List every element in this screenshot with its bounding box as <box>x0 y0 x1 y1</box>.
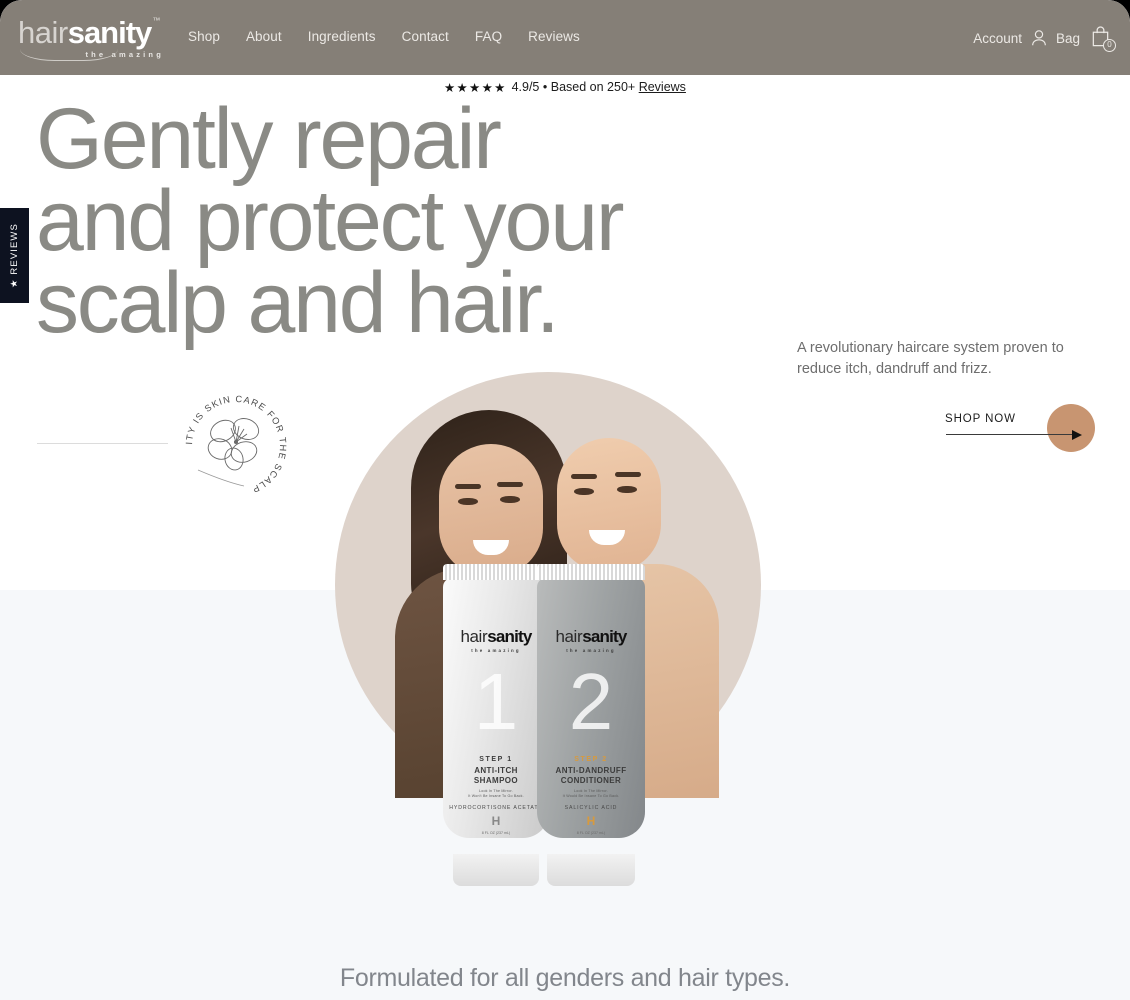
tube-brand-1: hairsanity the amazing <box>443 628 549 653</box>
tube-brand-tagline-2: the amazing <box>566 648 616 653</box>
headline-line-3: scalp and hair. <box>36 255 560 351</box>
tube-brand-hair-2: hair <box>555 627 583 646</box>
tube-name-line1-2: ANTI-DANDRUFF <box>555 766 627 775</box>
formulated-line-2: Gentle, clean, and proven results. <box>0 996 1130 1000</box>
bag-count-badge: 0 <box>1103 39 1116 52</box>
tube-brand-hair-1: hair <box>460 627 488 646</box>
reviews-side-tab-label: ★ REVIEWS <box>9 223 20 288</box>
tube-step-1: STEP 1 <box>479 756 513 763</box>
product-tubes: hairsanity the amazing 1 STEP 1 ANTI-ITC… <box>443 544 673 886</box>
shop-now-label: SHOP NOW <box>945 413 1016 425</box>
cta-circle-accent <box>1047 404 1095 452</box>
tube-cap-1 <box>452 854 540 886</box>
rating-separator: • <box>542 80 548 94</box>
formulated-line-1: Formulated for all genders and hair type… <box>339 964 791 992</box>
nav-item-shop[interactable]: Shop <box>188 29 220 44</box>
bag-button[interactable]: 0 <box>1090 25 1116 52</box>
tube-sub-1: Look In The Mirror. It Won't Be Insane T… <box>468 789 524 799</box>
logo-text-hair: hair <box>18 15 68 50</box>
arrow-right-icon <box>1072 429 1082 440</box>
rating-basis: Based on 250+ <box>550 80 636 94</box>
nav-item-reviews[interactable]: Reviews <box>528 29 580 44</box>
hero-subcopy: A revolutionary haircare system proven t… <box>797 338 1102 380</box>
tube-brand-tagline-1: the amazing <box>471 648 521 653</box>
header-actions: Account Bag 0 <box>973 25 1116 52</box>
tube-number-2: 2 <box>568 657 614 746</box>
tube-name-line2-1: SHAMPOO <box>473 776 519 785</box>
tube-active-2: SALICYLIC ACID <box>564 804 618 811</box>
tube-cap-2 <box>546 854 636 886</box>
nav-item-about[interactable]: About <box>246 29 282 44</box>
tube-step-2: STEP 2 <box>574 756 608 763</box>
tube-active-1: HYDROCORTISONE ACETATE <box>449 804 543 811</box>
bag-label[interactable]: Bag <box>1056 31 1080 46</box>
tube-brand-sanity-2: sanity <box>582 627 627 646</box>
svg-text:HAIRSANITY IS SKIN CARE FOR TH: HAIRSANITY IS SKIN CARE FOR THE SCALP <box>178 386 288 495</box>
subcopy-line-1: A revolutionary haircare system proven <box>797 340 1048 356</box>
nav-item-ingredients[interactable]: Ingredients <box>308 29 376 44</box>
person-icon[interactable] <box>1030 28 1048 48</box>
hero-image: hairsanity the amazing 1 STEP 1 ANTI-ITC… <box>335 372 765 886</box>
rating-score: 4.9/5 <box>511 80 540 94</box>
main-navigation: Shop About Ingredients Contact FAQ Revie… <box>188 29 580 44</box>
nav-item-contact[interactable]: Contact <box>402 29 449 44</box>
tube-name-line1-1: ANTI-ITCH <box>474 766 518 775</box>
account-label[interactable]: Account <box>973 31 1022 46</box>
brand-logo[interactable]: hair sanity ™ the amazing <box>18 17 168 61</box>
nav-item-faq[interactable]: FAQ <box>475 29 502 44</box>
rating-bar: ★★★★★ 4.9/5 • Based on 250+ Reviews <box>0 75 1130 99</box>
tube-brand-2: hairsanity the amazing <box>537 628 645 653</box>
site-header: hair sanity ™ the amazing Shop About Ingre… <box>0 0 1130 75</box>
reviews-side-tab[interactable]: ★ REVIEWS <box>0 208 29 303</box>
tube-monogram-2: H <box>586 813 596 828</box>
tube-name-1: ANTI-ITCH SHAMPOO <box>443 766 549 786</box>
page-root: hair sanity ™ the amazing Shop About Ingre… <box>0 0 1130 1000</box>
product-tube-conditioner[interactable]: hairsanity the amazing 2 STEP 2 ANTI-DAN… <box>537 564 645 886</box>
tube-brand-sanity-1: sanity <box>487 627 532 646</box>
cta-line <box>946 434 1078 435</box>
section-heading-formulated: Formulated for all genders and hair type… <box>0 960 1130 1000</box>
tube-sub-2: Look In The Mirror. It Would Be Insane T… <box>562 789 620 799</box>
rating-text: 4.9/5 • Based on 250+ Reviews <box>512 80 686 94</box>
rating-reviews-link[interactable]: Reviews <box>639 80 686 94</box>
tube-monogram-1: H <box>491 813 501 828</box>
tube-volume-1: 8 FL OZ (237 mL) <box>481 830 511 835</box>
page-title: Gently repair and protect your scalp and… <box>36 96 736 346</box>
logo-trademark: ™ <box>152 16 161 25</box>
shop-now-button[interactable]: SHOP NOW <box>945 404 1095 452</box>
logo-text-sanity: sanity <box>67 15 153 50</box>
tube-name-line2-2: CONDITIONER <box>560 776 622 785</box>
tube-number-1: 1 <box>473 657 519 746</box>
tube-name-2: ANTI-DANDRUFF CONDITIONER <box>537 766 645 786</box>
star-rating-icon: ★★★★★ <box>444 80 507 95</box>
tube-info-1: STEP 1 ANTI-ITCH SHAMPOO Look In The Mir… <box>443 756 549 835</box>
scalp-care-seal: HAIRSANITY IS SKIN CARE FOR THE SCALP <box>174 378 294 498</box>
product-tube-shampoo[interactable]: hairsanity the amazing 1 STEP 1 ANTI-ITC… <box>443 564 549 886</box>
logo-swoosh-decoration <box>20 49 118 61</box>
tube-info-2: STEP 2 ANTI-DANDRUFF CONDITIONER Look In… <box>537 756 645 835</box>
decorative-divider <box>37 443 168 444</box>
tube-volume-2: 8 FL OZ (237 mL) <box>576 830 606 835</box>
